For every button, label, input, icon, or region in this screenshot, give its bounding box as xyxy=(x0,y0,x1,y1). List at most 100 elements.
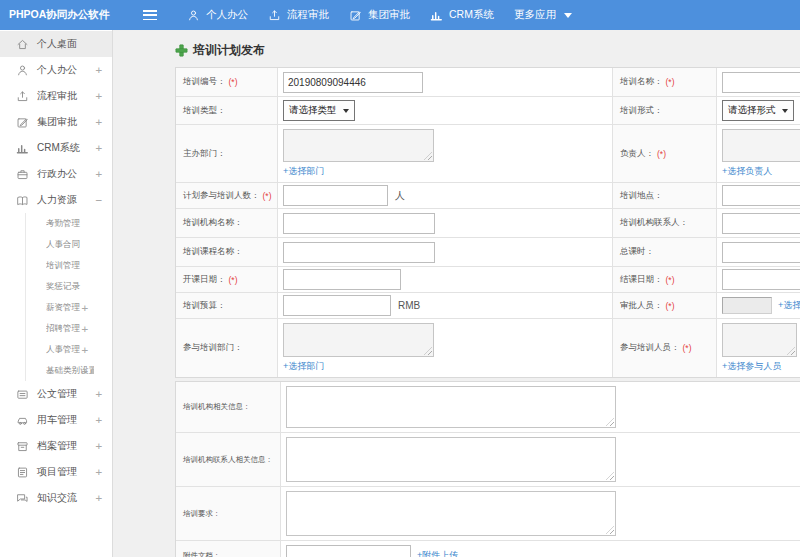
expand-plus-icon[interactable]: + xyxy=(95,168,102,181)
choose-link-participants[interactable]: +选择参与人员 xyxy=(722,360,800,373)
sidebar-item-label: 档案管理 xyxy=(37,439,95,453)
agency-contact-info-textarea[interactable] xyxy=(286,437,616,482)
nav-item-更多应用[interactable]: 更多应用 xyxy=(508,0,578,30)
expand-plus-icon[interactable]: + xyxy=(95,466,102,479)
field-label-agency-name: 培训机构名称： xyxy=(183,217,243,229)
field-label-agency-contact: 培训机构联系人： xyxy=(620,217,688,229)
training-requirements-textarea[interactable] xyxy=(286,491,616,536)
field-label-total-hours: 总课时： xyxy=(620,246,654,258)
sidebar-item-flow-approval[interactable]: 流程审批+ xyxy=(0,83,112,109)
nav-item-CRM系统[interactable]: CRM系统 xyxy=(424,0,500,30)
menu-toggle-icon[interactable] xyxy=(143,10,157,20)
sidebar-item-admin-office[interactable]: 行政办公+ xyxy=(0,161,112,187)
nav-item-个人办公[interactable]: 个人办公 xyxy=(181,0,254,30)
sidebar-item-reward-punish[interactable]: 奖惩记录 xyxy=(26,276,112,297)
expand-plus-icon[interactable]: + xyxy=(95,64,102,77)
expand-plus-icon[interactable]: + xyxy=(95,388,102,401)
field-cell xyxy=(278,68,613,96)
field-label-training-form: 培训形式： xyxy=(620,105,663,117)
choose-link-host-department[interactable]: +选择部门 xyxy=(283,165,612,178)
required-marker: (*) xyxy=(683,343,692,353)
sidebar-item-project-mgmt[interactable]: 项目管理+ xyxy=(0,459,112,485)
expand-plus-icon[interactable]: + xyxy=(95,116,102,129)
collapse-minus-icon[interactable]: − xyxy=(95,194,102,207)
agency-info-textarea[interactable] xyxy=(286,386,616,428)
field-label-training-location: 培训地点： xyxy=(620,190,663,202)
sidebar-item-hr[interactable]: 人力资源− xyxy=(0,187,112,213)
end-date-input[interactable] xyxy=(722,269,800,290)
sidebar-item-personal-office[interactable]: 个人办公+ xyxy=(0,57,112,83)
expand-plus-icon[interactable]: + xyxy=(81,343,88,356)
sidebar: 个人桌面个人办公+流程审批+集团审批+CRM系统+行政办公+人力资源−考勤管理人… xyxy=(0,30,113,557)
sidebar-item-personnel-mgmt[interactable]: 人事管理+ xyxy=(26,339,112,360)
training-location-input[interactable] xyxy=(722,185,800,206)
label-cell: 审批人员：(*) xyxy=(613,293,717,318)
form-row: 附件文档： +附件上传 xyxy=(176,541,800,557)
field-label-training-requirements: 培训要求： xyxy=(183,509,221,519)
participating-departments-textarea[interactable] xyxy=(283,323,434,357)
training-type-select[interactable]: 请选择类型 xyxy=(283,100,355,121)
label-cell: 负责人：(*) xyxy=(613,125,717,182)
edit-icon xyxy=(349,9,362,22)
field-cell xyxy=(281,487,800,540)
expand-plus-icon[interactable]: + xyxy=(95,414,102,427)
field-cell xyxy=(281,382,800,432)
training-code-input[interactable] xyxy=(283,72,423,93)
chevron-down-icon xyxy=(564,13,572,18)
label-cell: 参与培训人员：(*) xyxy=(613,319,717,377)
sidebar-item-knowledge-exchange[interactable]: 知识交流+ xyxy=(0,485,112,511)
start-date-input[interactable] xyxy=(283,269,401,290)
sidebar-item-label: 人事合同 xyxy=(46,239,94,251)
sidebar-item-group-approval[interactable]: 集团审批+ xyxy=(0,109,112,135)
user-icon xyxy=(187,9,200,22)
expand-plus-icon[interactable]: + xyxy=(81,301,88,314)
sidebar-item-attendance-mgmt[interactable]: 考勤管理 xyxy=(26,213,112,234)
host-department-textarea[interactable] xyxy=(283,129,434,162)
leader-textarea[interactable] xyxy=(722,129,800,162)
training-name-input[interactable] xyxy=(722,72,800,93)
sidebar-item-archive-mgmt[interactable]: 档案管理+ xyxy=(0,433,112,459)
sidebar-item-personal-desktop[interactable]: 个人桌面 xyxy=(0,31,112,57)
agency-contact-input[interactable] xyxy=(722,213,800,234)
total-hours-input[interactable] xyxy=(722,242,800,263)
sidebar-item-label: 考勤管理 xyxy=(46,218,94,230)
attachment-input[interactable] xyxy=(286,545,411,557)
sidebar-item-document-mgmt[interactable]: 公文管理+ xyxy=(0,381,112,407)
sidebar-item-training-mgmt[interactable]: 培训管理 xyxy=(26,255,112,276)
sidebar-item-recruit-mgmt[interactable]: 招聘管理+ xyxy=(26,318,112,339)
nav-item-流程审批[interactable]: 流程审批 xyxy=(262,0,335,30)
nav-item-集团审批[interactable]: 集团审批 xyxy=(343,0,416,30)
field-label-agency-contact-info: 培训机构联系人相关信息： xyxy=(183,455,273,465)
chart-icon xyxy=(16,142,29,155)
sidebar-item-label: 项目管理 xyxy=(37,465,95,479)
sidebar-item-crm-system[interactable]: CRM系统+ xyxy=(0,135,112,161)
sidebar-item-label: 人力资源 xyxy=(37,193,95,207)
field-label-approvers: 审批人员： xyxy=(620,300,663,312)
sidebar-item-salary-mgmt[interactable]: 薪资管理+ xyxy=(26,297,112,318)
expand-plus-icon[interactable]: + xyxy=(95,90,102,103)
choose-link-participating-departments[interactable]: +选择部门 xyxy=(283,360,612,373)
required-marker: (*) xyxy=(263,191,272,201)
choose-link-leader[interactable]: +选择负责人 xyxy=(722,165,800,178)
field-label-attachment: 附件文档： xyxy=(183,551,221,557)
choose-link-approvers[interactable]: +选择审批人员 xyxy=(778,299,800,312)
course-name-input[interactable] xyxy=(283,242,435,263)
content: 培训计划发布 培训编号：(*)培训名称：(*)培训类型：请选择类型培训形式：请选… xyxy=(114,30,800,557)
sidebar-item-label: 集团审批 xyxy=(37,115,95,129)
label-cell: 计划参与培训人数：(*) xyxy=(176,183,278,208)
choose-link-attachment[interactable]: +附件上传 xyxy=(417,549,458,557)
participants-textarea[interactable] xyxy=(722,323,797,357)
sidebar-item-vehicle-mgmt[interactable]: 用车管理+ xyxy=(0,407,112,433)
training-form-select[interactable]: 请选择形式 xyxy=(722,100,794,121)
agency-name-input[interactable] xyxy=(283,213,435,234)
sidebar-item-base-category[interactable]: 基础类别设置+ xyxy=(26,360,112,381)
expand-plus-icon[interactable]: + xyxy=(95,440,102,453)
expand-plus-icon[interactable]: + xyxy=(95,142,102,155)
expand-plus-icon[interactable]: + xyxy=(81,364,88,377)
label-cell: 培训要求： xyxy=(176,487,281,540)
expand-plus-icon[interactable]: + xyxy=(81,322,88,335)
budget-input[interactable] xyxy=(283,295,391,316)
expand-plus-icon[interactable]: + xyxy=(95,492,102,505)
sidebar-item-hr-contract[interactable]: 人事合同 xyxy=(26,234,112,255)
planned-participants-input[interactable] xyxy=(283,185,388,206)
